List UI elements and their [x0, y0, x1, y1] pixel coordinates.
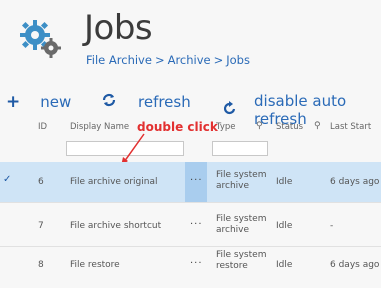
- page-title: Jobs: [84, 8, 153, 48]
- new-label: new: [40, 93, 72, 111]
- row-status: Idle: [276, 177, 293, 187]
- row-more-button[interactable]: ···: [190, 219, 203, 230]
- column-header-id[interactable]: ID: [38, 122, 47, 132]
- row-status: Idle: [276, 221, 293, 231]
- check-icon: ✓: [3, 174, 12, 185]
- breadcrumb-jobs: Jobs: [226, 53, 250, 67]
- row-type: File system restore: [216, 250, 267, 271]
- row-id: 6: [38, 177, 44, 187]
- toolbar: + new refresh disable auto refresh: [0, 92, 381, 128]
- row-id: 7: [38, 221, 44, 231]
- refresh-button[interactable]: refresh: [102, 92, 191, 112]
- breadcrumb-file-archive[interactable]: File Archive: [86, 53, 152, 67]
- row-last-start: -: [330, 221, 334, 231]
- row-more-button[interactable]: ···: [190, 258, 203, 269]
- row-divider: [0, 202, 381, 203]
- row-status: Idle: [276, 260, 293, 270]
- row-more-button[interactable]: ···: [190, 175, 203, 186]
- row-display-name[interactable]: File archive original: [70, 177, 157, 187]
- breadcrumb: File Archive > Archive > Jobs: [86, 53, 250, 67]
- new-button[interactable]: + new: [6, 92, 71, 112]
- column-header-status[interactable]: Status: [276, 122, 303, 132]
- column-header-last-start[interactable]: Last Start: [330, 122, 371, 132]
- gears-icon: [20, 20, 61, 58]
- row-divider: [0, 246, 381, 247]
- row-type: File system archive: [216, 170, 267, 191]
- refresh-label: refresh: [138, 93, 191, 111]
- auto-refresh-icon: [223, 100, 236, 120]
- type-filter-input[interactable]: [212, 141, 268, 156]
- table-row[interactable]: ✓ 6 File archive original ··· File syste…: [0, 162, 381, 202]
- refresh-icon: [102, 92, 116, 112]
- column-header-display-name[interactable]: Display Name: [70, 122, 129, 132]
- breadcrumb-archive[interactable]: Archive: [168, 53, 211, 67]
- row-id: 8: [38, 260, 44, 270]
- row-last-start: 6 days ago: [330, 177, 380, 187]
- column-header-type[interactable]: Type: [216, 122, 236, 132]
- pin-icon[interactable]: ⚲: [256, 121, 263, 131]
- table-row[interactable]: 8 File restore ··· File system restore I…: [0, 248, 381, 288]
- row-type: File system archive: [216, 214, 267, 235]
- row-display-name[interactable]: File archive shortcut: [70, 221, 161, 231]
- breadcrumb-separator: >: [154, 53, 165, 67]
- row-display-name[interactable]: File restore: [70, 260, 120, 270]
- plus-icon: +: [6, 92, 21, 112]
- breadcrumb-separator: >: [213, 53, 224, 67]
- pin-icon[interactable]: ⚲: [314, 121, 321, 131]
- table-row[interactable]: 7 File archive shortcut ··· File system …: [0, 206, 381, 246]
- row-last-start: 6 days ago: [330, 260, 380, 270]
- double-click-annotation: double click: [137, 120, 218, 134]
